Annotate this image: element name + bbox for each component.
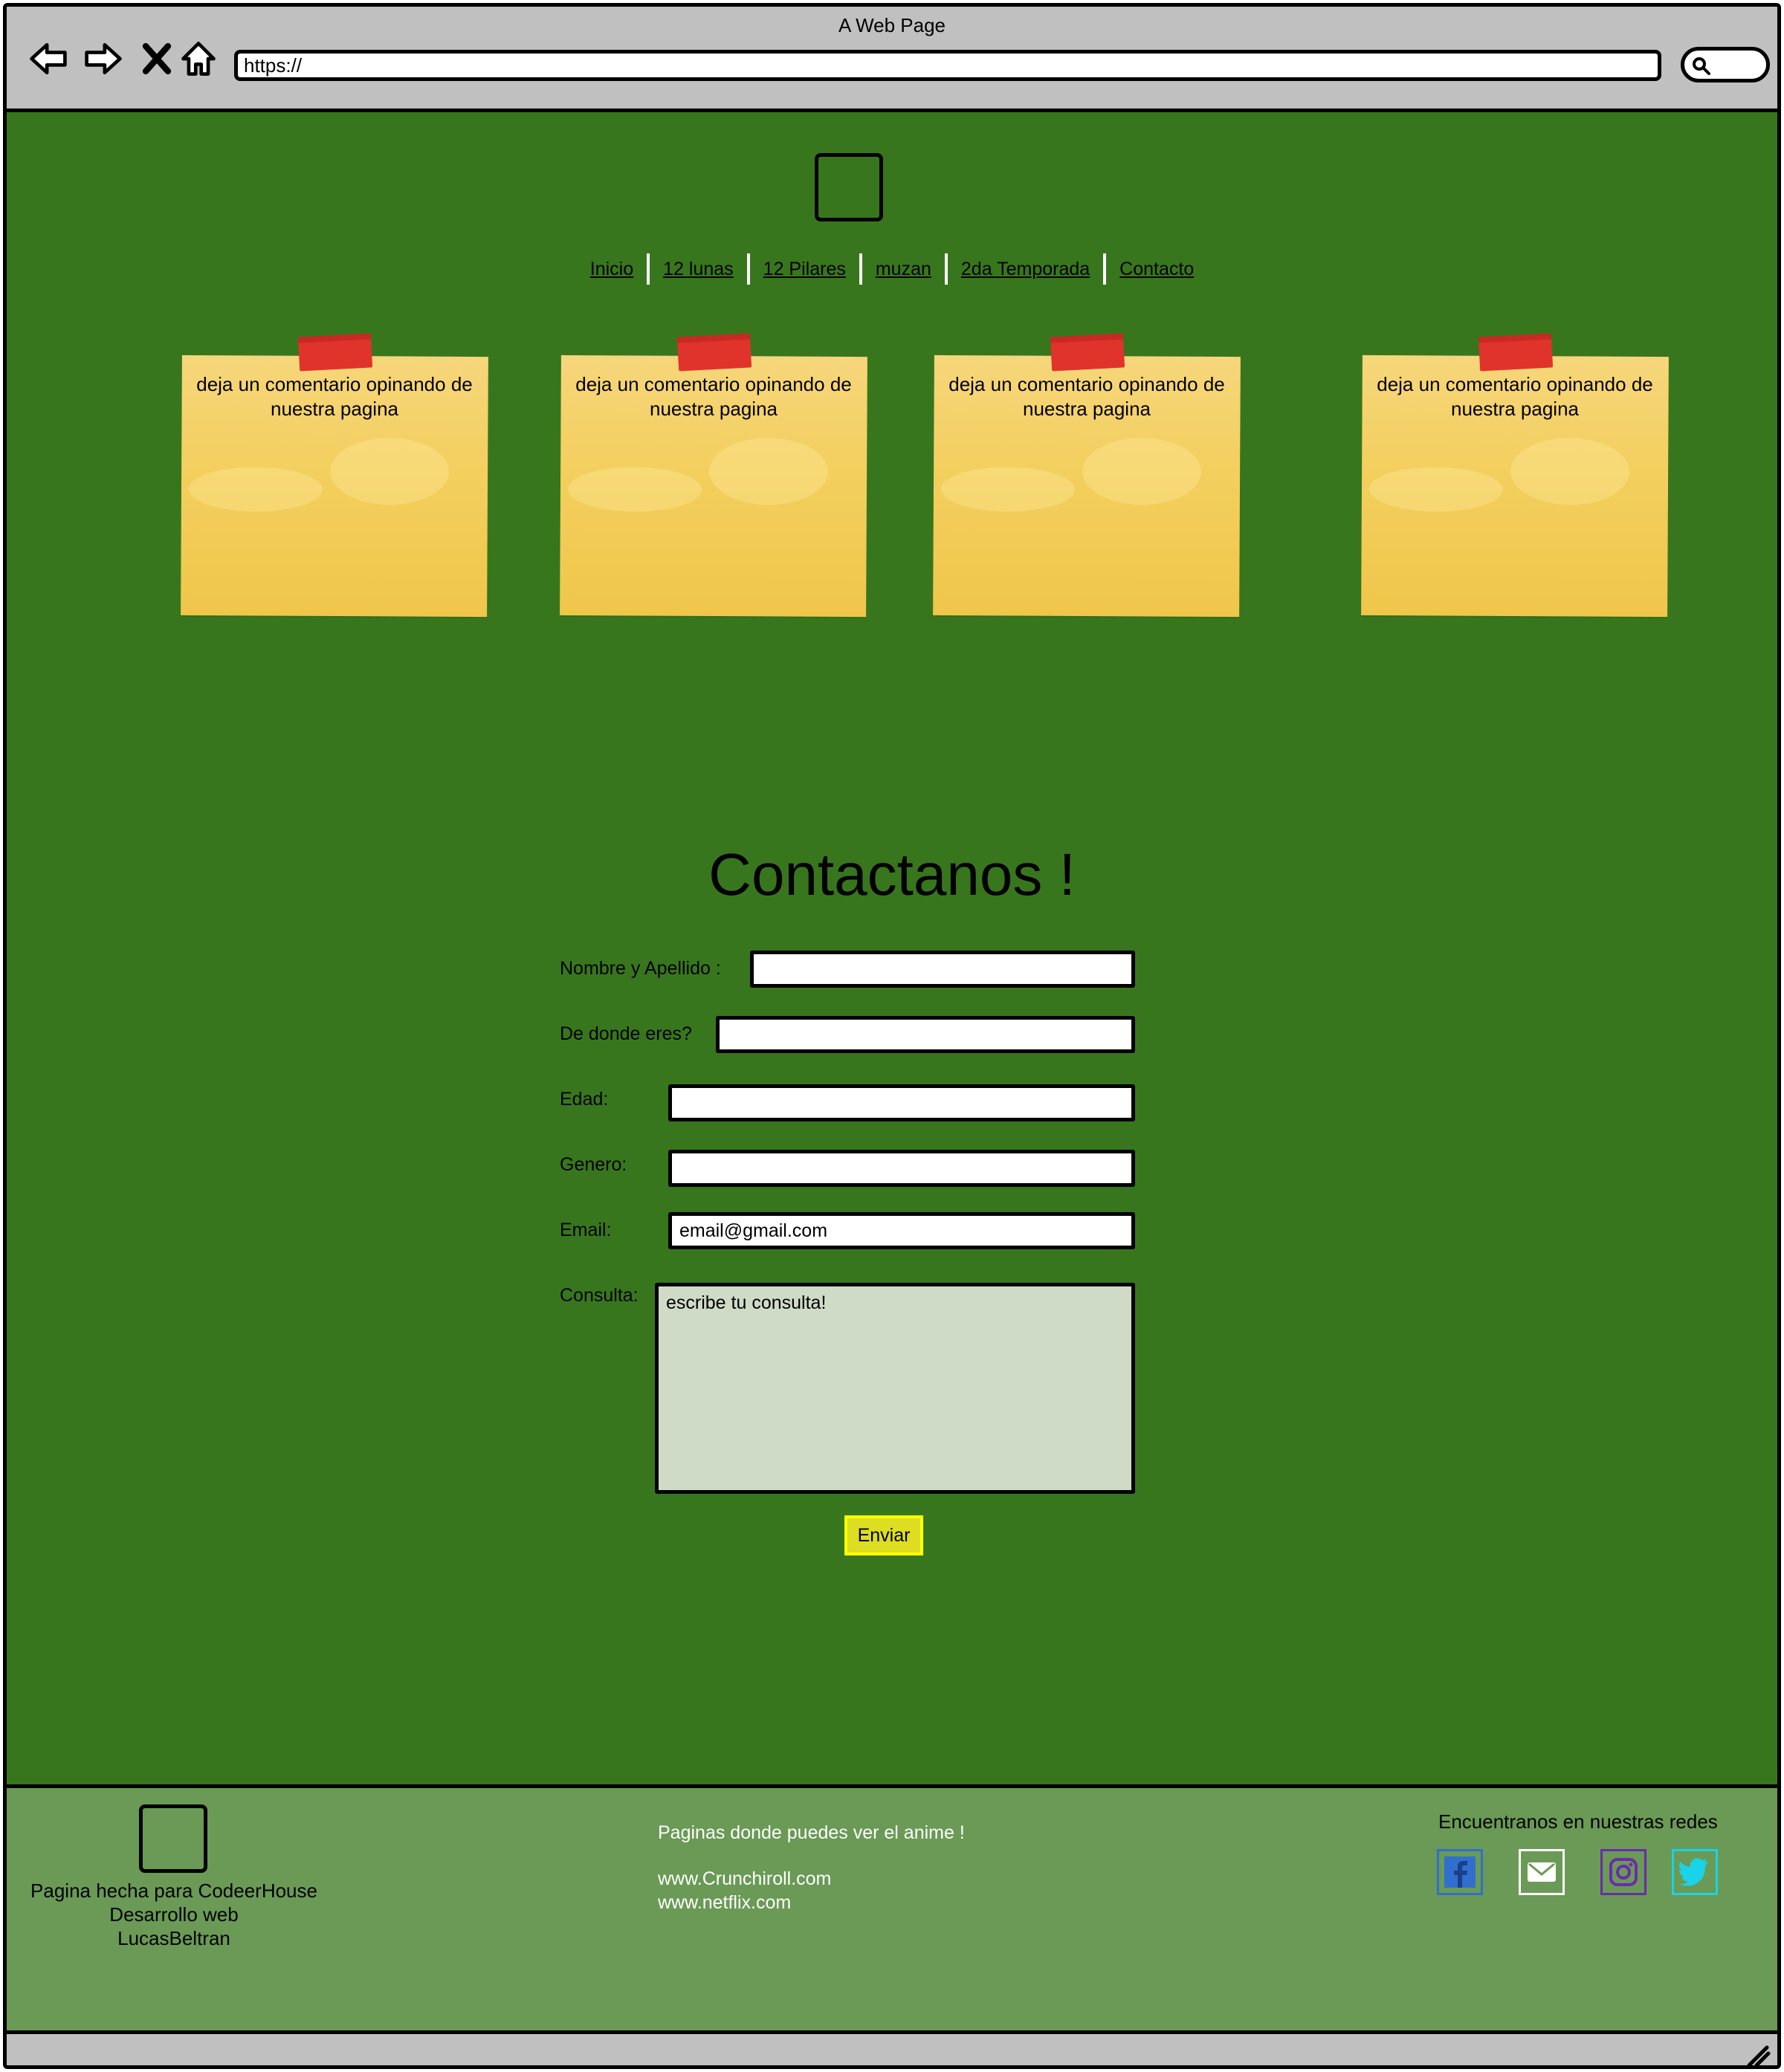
submit-button[interactable]: Enviar (844, 1515, 923, 1555)
home-icon (181, 42, 216, 76)
note-tape (297, 333, 373, 372)
forward-arrow-icon (85, 43, 122, 74)
social-title: Encuentranos en nuestras redes (1438, 1810, 1718, 1833)
footer-credit-line: Desarrollo web (109, 1903, 239, 1926)
footer-links: Paginas donde puedes ver el anime ! www.… (658, 1821, 965, 1914)
query-textarea[interactable]: escribe tu consulta! (655, 1283, 1135, 1494)
footer-credits: Pagina hecha para CodeerHouse Desarrollo… (7, 1879, 341, 1950)
twitter-icon (1679, 1858, 1708, 1886)
sticky-note: deja un comentario opinando de nuestra p… (560, 333, 867, 618)
footer-links-heading: Paginas donde puedes ver el anime ! (658, 1822, 965, 1843)
note-text: deja un comentario opinando de nuestra p… (196, 373, 473, 420)
email-link[interactable] (1519, 1849, 1565, 1895)
note-text: deja un comentario opinando de nuestra p… (948, 373, 1225, 420)
email-label: Email: (560, 1220, 612, 1240)
sticky-note: deja un comentario opinando de nuestra p… (933, 333, 1241, 618)
instagram-link[interactable] (1600, 1849, 1646, 1895)
close-icon (142, 43, 172, 74)
name-label: Nombre y Apellido : (560, 958, 721, 979)
back-button[interactable] (26, 36, 71, 81)
sticky-note: deja un comentario opinando de nuestra p… (181, 333, 488, 618)
note-tape (676, 333, 752, 372)
site-footer: Pagina hecha para CodeerHouse Desarrollo… (7, 1784, 1777, 2034)
forward-button[interactable] (81, 36, 126, 81)
twitter-link[interactable] (1672, 1849, 1718, 1895)
query-label: Consulta: (560, 1285, 639, 1306)
origin-field[interactable] (716, 1016, 1135, 1053)
age-label: Edad: (560, 1089, 609, 1110)
nav-link-12-lunas[interactable]: 12 lunas (650, 259, 747, 280)
note-tape (1050, 333, 1125, 372)
nav-link-muzan[interactable]: muzan (862, 259, 945, 280)
nav-link-inicio[interactable]: Inicio (577, 259, 647, 280)
browser-window: A Web Page https:// Inicio 12 lunas 12 P… (3, 3, 1781, 2069)
footer-link-netflix[interactable]: www.netflix.com (658, 1891, 965, 1914)
nav-link-12-pilares[interactable]: 12 Pilares (750, 259, 859, 280)
search-box[interactable] (1681, 47, 1770, 82)
email-icon (1528, 1862, 1556, 1882)
note-text: deja un comentario opinando de nuestra p… (575, 373, 852, 420)
main-nav: Inicio 12 lunas 12 Pilares muzan 2da Tem… (7, 253, 1777, 285)
email-field[interactable]: email@gmail.com (668, 1212, 1135, 1249)
gender-label: Genero: (560, 1154, 627, 1175)
instagram-icon (1609, 1858, 1638, 1886)
url-input[interactable]: https:// (234, 50, 1661, 81)
note-text: deja un comentario opinando de nuestra p… (1377, 373, 1653, 420)
home-button[interactable] (176, 36, 221, 81)
resize-grip-icon[interactable] (1745, 2042, 1771, 2068)
contact-title: Contactanos ! (708, 841, 1076, 907)
stop-button[interactable] (135, 36, 179, 81)
site-logo[interactable] (815, 153, 883, 221)
facebook-icon (1444, 1856, 1476, 1888)
footer-credit-line: Pagina hecha para CodeerHouse (30, 1880, 317, 1902)
window-title: A Web Page (838, 14, 946, 36)
footer-credit-line: LucasBeltran (117, 1927, 230, 1949)
page-content: Inicio 12 lunas 12 Pilares muzan 2da Tem… (7, 112, 1777, 1784)
age-field[interactable] (668, 1084, 1135, 1121)
browser-toolbar: A Web Page https:// (7, 7, 1777, 112)
origin-label: De donde eres? (560, 1023, 692, 1044)
footer-link-crunchyroll[interactable]: www.Crunchiroll.com (658, 1867, 965, 1891)
back-arrow-icon (30, 43, 67, 74)
status-bar (7, 2034, 1777, 2068)
nav-link-2da-temporada[interactable]: 2da Temporada (948, 259, 1103, 280)
gender-field[interactable] (668, 1150, 1135, 1187)
facebook-link[interactable] (1437, 1849, 1483, 1895)
sticky-note: deja un comentario opinando de nuestra p… (1361, 333, 1669, 618)
footer-logo (139, 1804, 207, 1873)
search-icon (1693, 57, 1710, 75)
nav-link-contacto[interactable]: Contacto (1106, 259, 1207, 280)
note-tape (1478, 333, 1554, 372)
name-field[interactable] (750, 951, 1135, 988)
